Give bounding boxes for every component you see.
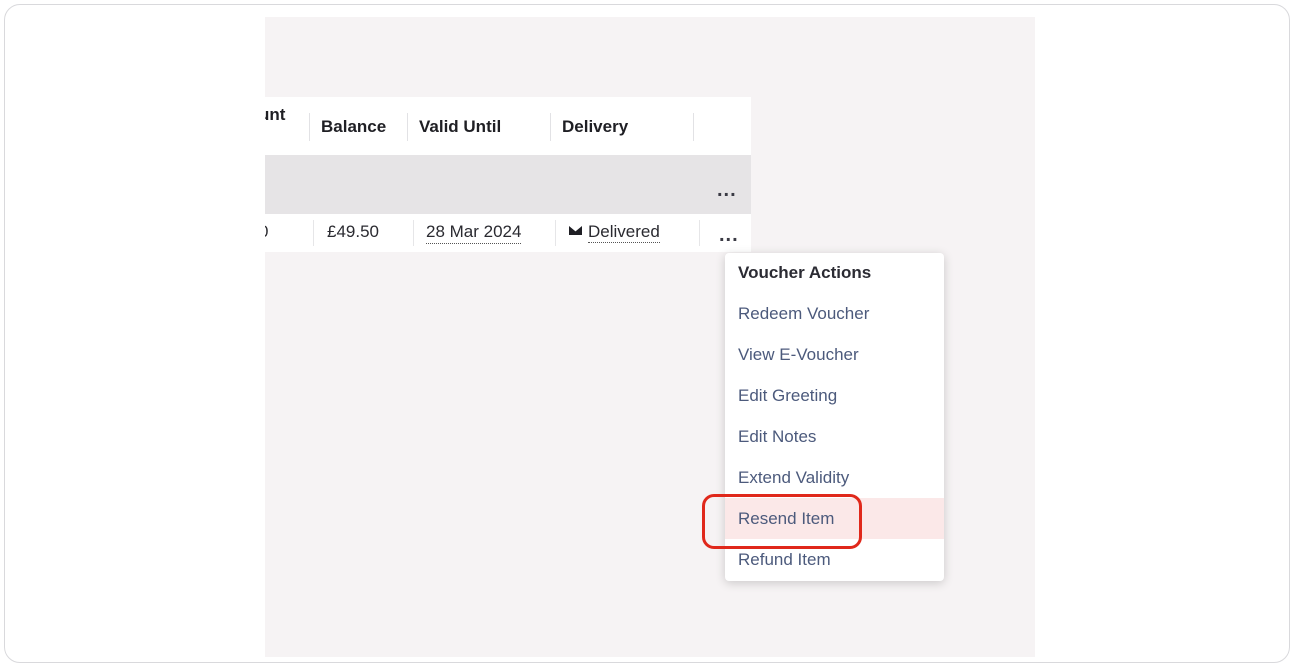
cell-balance: £49.50 — [327, 222, 379, 241]
menu-item-redeem-voucher[interactable]: Redeem Voucher — [725, 293, 944, 334]
screenshot-frame: unt Balance Valid Until Delivery ... 0 £… — [4, 4, 1290, 663]
delivery-status[interactable]: Delivered — [588, 222, 660, 243]
table-header: unt Balance Valid Until Delivery — [265, 97, 751, 155]
column-header-balance[interactable]: Balance — [321, 117, 386, 137]
menu-title: Voucher Actions — [738, 263, 872, 282]
column-divider — [309, 113, 310, 141]
table-group-row: ... — [265, 155, 751, 214]
menu-item-edit-notes[interactable]: Edit Notes — [725, 416, 944, 457]
column-header-valid-until[interactable]: Valid Until — [419, 117, 501, 137]
menu-item-extend-validity[interactable]: Extend Validity — [725, 457, 944, 498]
column-divider — [550, 113, 551, 141]
column-header-delivery[interactable]: Delivery — [562, 117, 628, 137]
vouchers-table: unt Balance Valid Until Delivery ... 0 £… — [265, 97, 751, 252]
column-divider — [313, 220, 314, 246]
cell-valid-until[interactable]: 28 Mar 2024 — [426, 222, 522, 244]
more-options-icon[interactable]: ... — [717, 180, 737, 200]
column-divider — [699, 220, 700, 246]
column-header-amount[interactable]: unt — [265, 105, 285, 125]
menu-item-view-e-voucher[interactable]: View E-Voucher — [725, 334, 944, 375]
more-options-icon[interactable]: ... — [719, 225, 739, 245]
menu-item-resend-item[interactable]: Resend Item — [725, 498, 944, 539]
column-divider — [407, 113, 408, 141]
cell-amount: 0 — [265, 222, 268, 242]
table-row: 0 £49.50 28 Mar 2024 Delivered ... — [265, 214, 751, 252]
menu-item-edit-greeting[interactable]: Edit Greeting — [725, 375, 944, 416]
cell-delivery[interactable]: Delivered — [569, 222, 660, 243]
column-divider — [413, 220, 414, 246]
envelope-icon — [569, 226, 582, 235]
menu-item-refund-item[interactable]: Refund Item — [725, 539, 944, 580]
voucher-actions-menu: Voucher Actions Redeem Voucher View E-Vo… — [725, 253, 944, 581]
column-divider — [555, 220, 556, 246]
column-divider — [693, 113, 694, 141]
